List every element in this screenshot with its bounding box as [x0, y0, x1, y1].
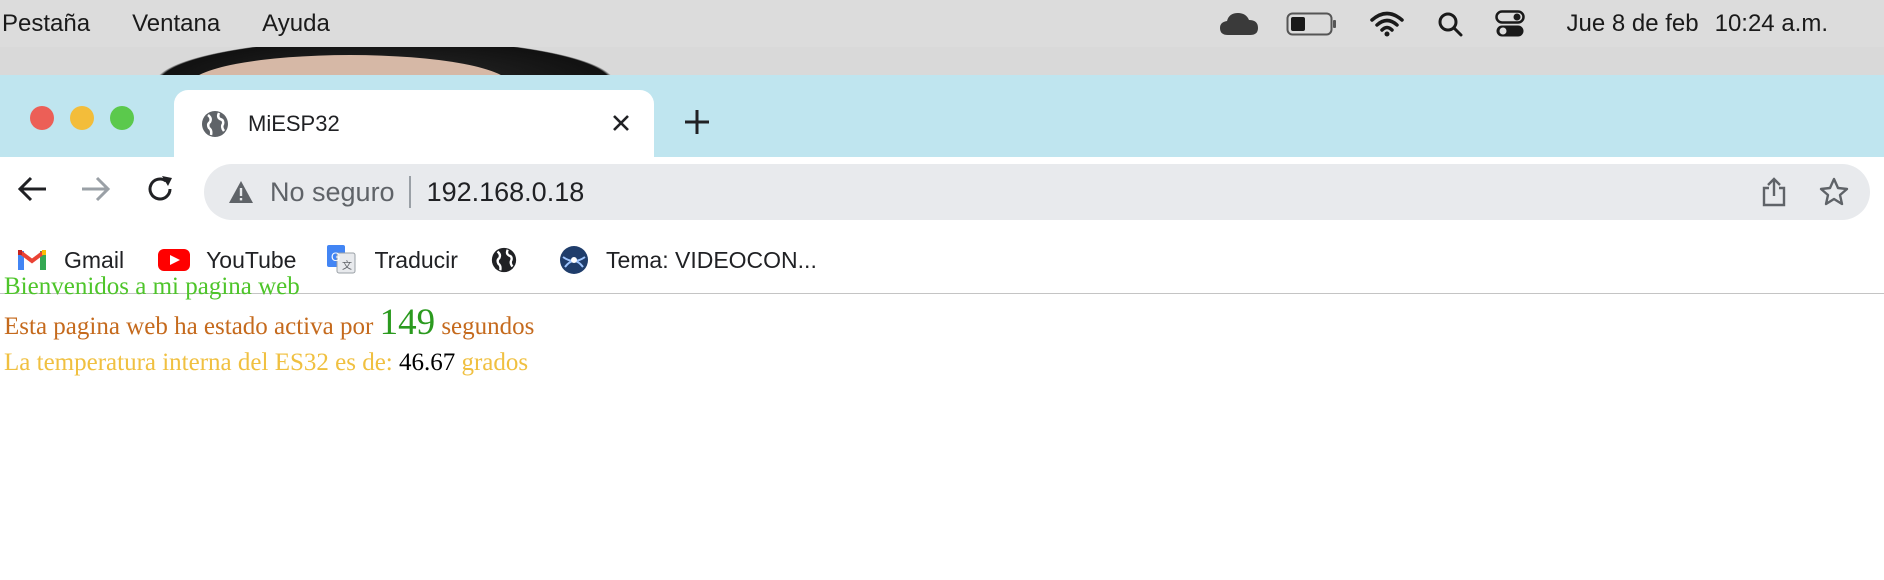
- desktop-wallpaper: [0, 47, 1884, 75]
- tab-miesp32[interactable]: MiESP32: [174, 90, 654, 157]
- uptime-line: Esta pagina web ha estado activa por 149…: [4, 304, 535, 346]
- arrow-left-icon: [17, 176, 46, 202]
- reload-icon: [148, 176, 172, 201]
- back-button[interactable]: [12, 169, 52, 209]
- url-text[interactable]: 192.168.0.18: [427, 177, 585, 208]
- new-tab-button[interactable]: [680, 105, 714, 139]
- globe-icon: [200, 109, 230, 139]
- close-window-button[interactable]: [30, 106, 54, 130]
- bookmark-star-icon[interactable]: [1818, 176, 1850, 208]
- wifi-icon[interactable]: [1356, 0, 1418, 47]
- maximize-window-button[interactable]: [110, 106, 134, 130]
- menu-ayuda[interactable]: Ayuda: [262, 10, 330, 38]
- security-status[interactable]: No seguro: [270, 177, 395, 208]
- spotlight-search-icon[interactable]: [1418, 0, 1482, 47]
- minimize-window-button[interactable]: [70, 106, 94, 130]
- reload-button[interactable]: [140, 169, 180, 209]
- temperature-line: La temperatura interna del ES32 es de: 4…: [4, 346, 534, 386]
- bookmark-label: Tema: VIDEOCON...: [605, 246, 817, 273]
- close-tab-icon[interactable]: [606, 108, 636, 138]
- svg-text:G: G: [331, 250, 340, 264]
- address-separator: [408, 176, 411, 208]
- temperature-prefix: La temperatura interna del ES32 es de:: [4, 349, 393, 376]
- control-center-icon[interactable]: [1482, 0, 1538, 47]
- menubar-date[interactable]: Jue 8 de feb: [1566, 10, 1698, 38]
- page-content: Bienvenidos a mi pagina web Esta pagina …: [4, 270, 534, 386]
- plus-icon: [685, 110, 709, 134]
- arrow-right-icon: [82, 176, 111, 202]
- tab-strip: MiESP32: [0, 75, 1884, 157]
- temperature-value: 46.67: [398, 349, 456, 376]
- onedrive-cloud-icon[interactable]: [1210, 0, 1268, 47]
- site-logo-icon: [558, 246, 590, 274]
- tab-title: MiESP32: [248, 110, 340, 136]
- uptime-value: 149: [379, 302, 436, 343]
- macos-menu-bar: Pestaña Ventana Ayuda Jue 8 de feb 10:24…: [0, 0, 1884, 47]
- temperature-suffix: grados: [461, 349, 529, 376]
- bookmark-tema-videocon[interactable]: Tema: VIDEOCON...: [558, 240, 817, 280]
- welcome-text: Bienvenidos a mi pagina web: [4, 273, 300, 300]
- menu-ventana[interactable]: Ventana: [132, 10, 220, 38]
- menu-pestana[interactable]: Pestaña: [2, 10, 90, 38]
- battery-icon[interactable]: [1268, 0, 1356, 47]
- uptime-prefix: Esta pagina web ha estado activa por: [4, 313, 374, 340]
- warning-icon[interactable]: [228, 179, 254, 205]
- uptime-suffix: segundos: [441, 313, 535, 340]
- address-bar[interactable]: No seguro 192.168.0.18: [204, 164, 1870, 220]
- forward-button[interactable]: [76, 169, 116, 209]
- share-icon[interactable]: [1758, 176, 1790, 208]
- browser-toolbar: No seguro 192.168.0.18: [0, 157, 1884, 227]
- menubar-time[interactable]: 10:24 a.m.: [1715, 10, 1828, 38]
